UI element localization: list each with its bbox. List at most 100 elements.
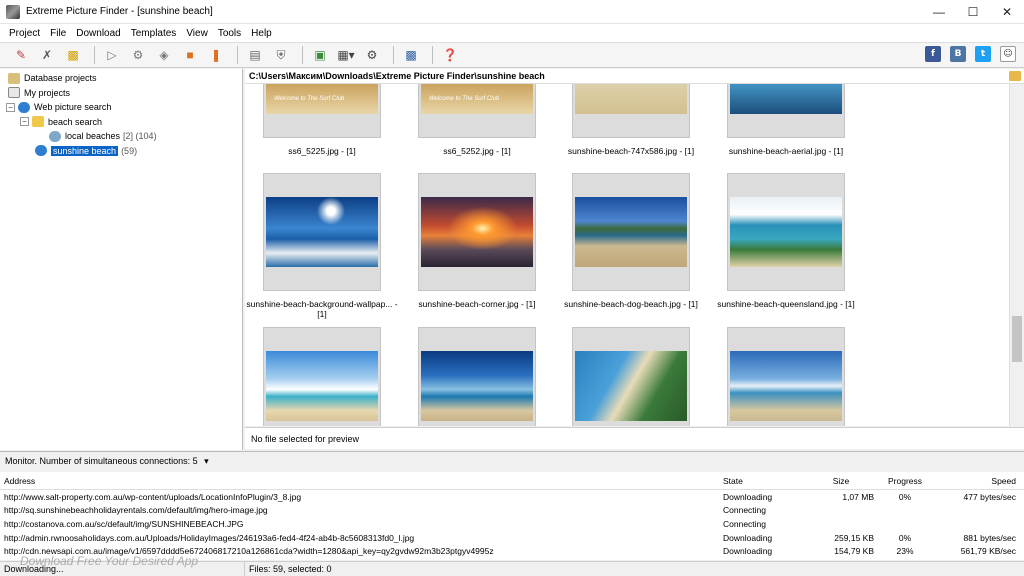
menu-download[interactable]: Download [71,28,125,39]
column-header-speed[interactable]: Speed [930,476,1024,486]
download-progress: 0% [898,491,912,502]
table-row[interactable]: http://costanova.com.au/sc/default/img/S… [0,517,1024,531]
tree-item-my-projects[interactable]: My projects [0,86,242,101]
thumbnail-caption: sunshine-beach-747x586.jpg - [1] [567,146,695,156]
preview-panel: No file selected for preview [245,427,1024,449]
tree-item-label: Database projects [24,73,97,84]
current-path: C:\Users\Максим\Downloads\Extreme Pictur… [249,71,545,81]
tree-item-label: local beaches [65,131,121,142]
projects-icon [8,87,20,99]
status-bar: Downloading... Files: 59, selected: 0 [0,561,1024,576]
thumbnail-gallery: Welcome to The Surf Club ss6_5225.jpg - … [245,84,1009,426]
collapse-icon[interactable]: − [20,117,29,127]
table-row[interactable]: http://cdn.newsapi.com.au/image/v1/6597d… [0,544,1024,558]
thumbnail-frame: Welcome to The Surf Club [418,84,536,138]
download-speed: 881 bytes/sec [963,532,1016,543]
tree-item-count: (59) [121,145,138,156]
download-speed: 561,79 KB/sec [960,546,1016,557]
comment-icon[interactable]: ▩ [62,45,84,65]
column-header-address[interactable]: Address [0,476,720,486]
maximize-button[interactable]: ☐ [956,0,990,24]
thumbnail-item[interactable]: sunshine-beach-background-wallpap... - [… [245,173,399,319]
column-header-state[interactable]: State [720,476,808,486]
tree-item-sunshine-beach[interactable]: sunshine beach (59) [0,144,242,159]
download-state: Downloading [723,491,773,502]
gallery-scrollbar[interactable] [1009,84,1024,426]
thumbnail-item[interactable]: Welcome to The Surf Club ss6_5252.jpg - … [400,84,554,156]
scrollbar-thumb[interactable] [1012,316,1022,362]
download-state: Connecting [723,505,767,516]
menu-help[interactable]: Help [246,28,277,39]
vk-icon[interactable]: B [950,46,966,62]
table-row[interactable]: http://admin.rwnoosaholidays.com.au/Uplo… [0,531,1024,545]
tree-item-web-picture-search[interactable]: − Web picture search [0,100,242,115]
monitor-bar[interactable]: Monitor. Number of simultaneous connecti… [0,451,1024,469]
menu-view[interactable]: View [181,28,213,39]
minimize-button[interactable]: — [922,0,956,24]
thumbnail-item[interactable]: sunshine-beach-aerial.jpg - [1] [709,84,863,156]
table-header: Address State Size Progress Speed [0,472,1024,490]
edit-project-icon[interactable]: ✎ [10,45,32,65]
menu-tools[interactable]: Tools [213,28,246,39]
download-progress: 0% [898,532,912,543]
thumbnail-caption: ss6_5252.jpg - [1] [443,146,511,156]
pause-icon[interactable]: ❚ [205,45,227,65]
close-button[interactable]: ✕ [990,0,1024,24]
thumbnail-frame [572,327,690,426]
menu-project[interactable]: Project [4,28,45,39]
navigate-icon[interactable]: ◈ [153,45,175,65]
list-icon[interactable]: ▤ [244,45,266,65]
thumbnail-image: Welcome to The Surf Club [421,84,533,114]
thumbnail-caption: sunshine-beach-aerial.jpg - [1] [728,146,844,156]
menu-templates[interactable]: Templates [126,28,182,39]
thumbnail-frame [263,327,381,426]
thumbnail-item[interactable] [400,327,554,426]
pictures-icon[interactable]: ▣ [309,45,331,65]
thumbnail-item[interactable]: sunshine-beach-747x586.jpg - [1] [554,84,708,156]
thumbnail-item[interactable] [709,327,863,426]
twitter-icon[interactable]: t [975,46,991,62]
thumbnail-image: Welcome to The Surf Club [266,84,378,114]
help-icon[interactable]: ❓ [439,45,461,65]
download-state: Connecting [723,518,767,529]
open-folder-icon[interactable] [1009,71,1021,81]
thumbnail-item[interactable] [554,327,708,426]
tools-icon[interactable]: ✗ [36,45,58,65]
status-left: Downloading... [0,562,245,576]
crawl-icon[interactable]: ⚙ [127,45,149,65]
facebook-icon[interactable]: f [925,46,941,62]
settings-icon[interactable]: ⚙ [361,45,383,65]
slideshow-icon[interactable]: ▩ [400,45,422,65]
search-icon [35,145,47,157]
stop-icon[interactable]: ■ [179,45,201,65]
thumbnail-image [266,351,378,421]
download-address: http://costanova.com.au/sc/default/img/S… [4,518,244,529]
thumbnail-item[interactable] [245,327,399,426]
reddit-icon[interactable]: ☺ [1000,46,1016,62]
collapse-icon[interactable]: − [6,102,15,112]
table-row[interactable]: http://www.salt-property.com.au/wp-conte… [0,490,1024,504]
thumbnail-item[interactable]: sunshine-beach-queensland.jpg - [1] [709,173,863,309]
view-mode-icon[interactable]: ▦▾ [335,45,357,65]
thumbnail-image [730,84,842,114]
download-address: http://cdn.newsapi.com.au/image/v1/6597d… [4,546,494,557]
tree-item-database-projects[interactable]: Database projects [0,71,242,86]
tree-item-beach-search[interactable]: − beach search [0,115,242,130]
thumbnail-image [730,351,842,421]
column-header-size[interactable]: Size [808,476,880,486]
download-speed: 477 bytes/sec [963,491,1016,502]
toolbar-separator [94,46,95,64]
thumbnail-image [730,197,842,267]
menu-file[interactable]: File [45,28,71,39]
thumbnail-caption: sunshine-beach-dog-beach.jpg - [1] [564,299,698,309]
chevron-down-icon[interactable]: ▾ [204,456,209,466]
table-row[interactable]: http://sq.sunshinebeachholidayrentals.co… [0,504,1024,518]
status-files: Files: 59, selected: 0 [249,564,332,574]
thumbnail-item[interactable]: Welcome to The Surf Club ss6_5225.jpg - … [245,84,399,156]
thumbnail-item[interactable]: sunshine-beach-corner.jpg - [1] [400,173,554,309]
start-icon[interactable]: ▷ [101,45,123,65]
shield-icon[interactable]: ⛨ [270,45,292,65]
tree-item-local-beaches[interactable]: local beaches [2] (104) [0,129,242,144]
column-header-progress[interactable]: Progress [880,476,930,486]
thumbnail-item[interactable]: sunshine-beach-dog-beach.jpg - [1] [554,173,708,309]
